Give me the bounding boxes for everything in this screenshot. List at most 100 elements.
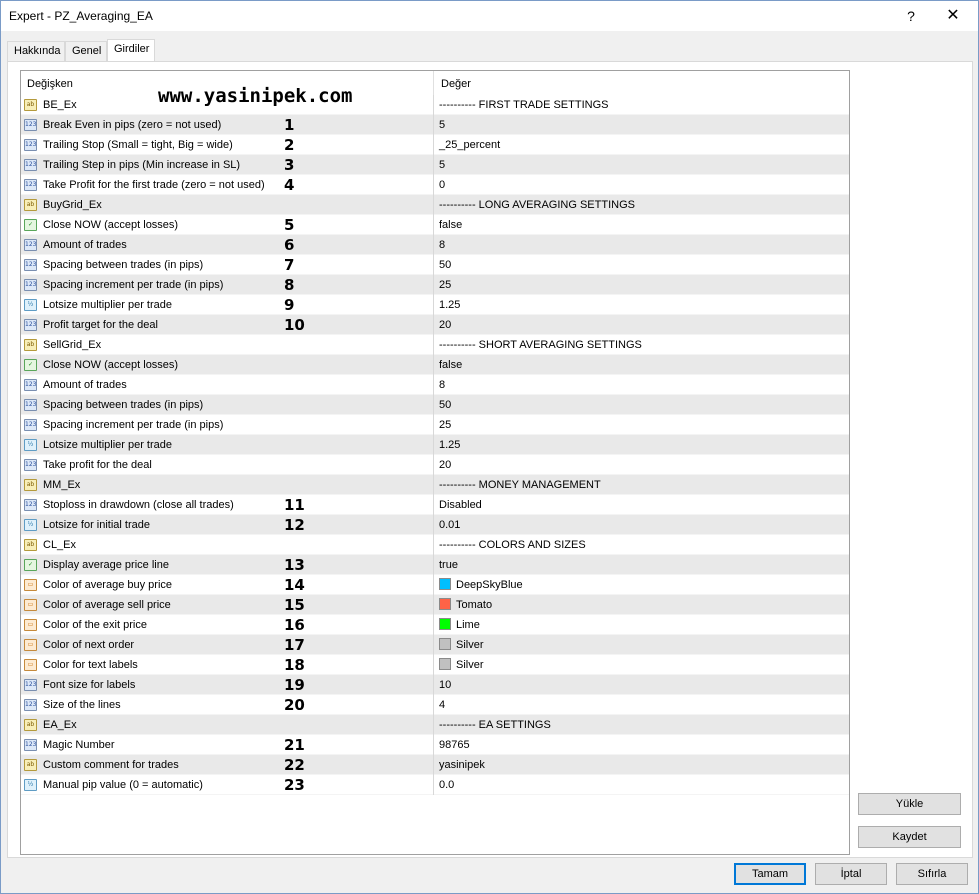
load-button[interactable]: Yükle: [858, 793, 961, 815]
parameter-value[interactable]: 0.01: [439, 519, 460, 531]
table-row[interactable]: 123 Spacing between trades (in pips) 7 50: [21, 255, 849, 275]
color-swatch[interactable]: [439, 598, 451, 610]
parameter-value[interactable]: Tomato: [456, 599, 492, 611]
parameter-value[interactable]: Silver: [456, 639, 484, 651]
table-row[interactable]: 123 Spacing between trades (in pips) 50: [21, 395, 849, 415]
integer-type-icon: 123: [24, 739, 37, 751]
table-row[interactable]: 123 Spacing increment per trade (in pips)…: [21, 415, 849, 435]
table-row[interactable]: ab SellGrid_Ex ---------- SHORT AVERAGING …: [21, 335, 849, 355]
table-row[interactable]: 123 Take profit for the deal 20: [21, 455, 849, 475]
save-button[interactable]: Kaydet: [858, 826, 961, 848]
table-row[interactable]: ▭ Color of average sell price 15 Tomato: [21, 595, 849, 615]
table-row[interactable]: ▭ Color for text labels 18 Silver: [21, 655, 849, 675]
table-row[interactable]: ab BE_Ex ---------- FIRST TRADE SETTINGS: [21, 95, 849, 115]
parameter-value[interactable]: Disabled: [439, 499, 482, 511]
parameter-value[interactable]: ---------- FIRST TRADE SETTINGS: [439, 99, 608, 111]
parameter-value[interactable]: 1.25: [439, 299, 460, 311]
cancel-button[interactable]: İptal: [815, 863, 887, 885]
parameter-value[interactable]: 10: [439, 679, 451, 691]
parameter-value[interactable]: ---------- LONG AVERAGING SETTINGS: [439, 199, 635, 211]
parameter-value[interactable]: 50: [439, 259, 451, 271]
parameter-value[interactable]: ---------- EA SETTINGS: [439, 719, 551, 731]
parameter-value[interactable]: 8: [439, 239, 445, 251]
parameter-value[interactable]: 0: [439, 179, 445, 191]
table-row[interactable]: ½ Manual pip value (0 = automatic) 23 0.0: [21, 775, 849, 795]
column-header-value[interactable]: Değer: [441, 78, 471, 90]
parameter-value[interactable]: 25: [439, 279, 451, 291]
parameter-value[interactable]: true: [439, 559, 458, 571]
table-row[interactable]: 123 Break Even in pips (zero = not used) 1…: [21, 115, 849, 135]
parameter-value[interactable]: 20: [439, 319, 451, 331]
parameter-value[interactable]: yasinipek: [439, 759, 485, 771]
table-row[interactable]: 123 Size of the lines 20 4: [21, 695, 849, 715]
column-header-variable[interactable]: Değişken: [27, 78, 73, 90]
table-row[interactable]: 123 Trailing Step in pips (Min increase i…: [21, 155, 849, 175]
parameter-number-annotation: 15: [284, 596, 305, 614]
parameter-name: Close NOW (accept losses): [43, 219, 179, 231]
tab-general[interactable]: Genel: [65, 41, 107, 61]
parameter-name: Spacing between trades (in pips): [43, 259, 204, 271]
parameter-number-annotation: 17: [284, 636, 305, 654]
parameter-value[interactable]: 98765: [439, 739, 470, 751]
parameter-value[interactable]: Silver: [456, 659, 484, 671]
close-button[interactable]: ✕: [941, 5, 965, 27]
table-row[interactable]: ▭ Color of next order 17 Silver: [21, 635, 849, 655]
parameter-name: Amount of trades: [43, 379, 127, 391]
parameter-value[interactable]: ---------- COLORS AND SIZES: [439, 539, 586, 551]
table-row[interactable]: 123 Amount of trades 8: [21, 375, 849, 395]
table-row[interactable]: ab CL_Ex ---------- COLORS AND SIZES: [21, 535, 849, 555]
color-swatch[interactable]: [439, 578, 451, 590]
column-divider[interactable]: [433, 71, 434, 95]
table-row[interactable]: 123 Magic Number 21 98765: [21, 735, 849, 755]
color-swatch[interactable]: [439, 638, 451, 650]
reset-button[interactable]: Sıfırla: [896, 863, 968, 885]
parameter-value[interactable]: DeepSkyBlue: [456, 579, 523, 591]
integer-type-icon: 123: [24, 319, 37, 331]
parameter-value[interactable]: false: [439, 219, 462, 231]
table-row[interactable]: ✓ Close NOW (accept losses) false: [21, 355, 849, 375]
parameter-value[interactable]: 25: [439, 419, 451, 431]
parameter-value[interactable]: ---------- SHORT AVERAGING SETTINGS: [439, 339, 642, 351]
parameter-value[interactable]: 0.0: [439, 779, 454, 791]
table-row[interactable]: ▭ Color of the exit price 16 Lime: [21, 615, 849, 635]
table-row[interactable]: 123 Amount of trades 6 8: [21, 235, 849, 255]
help-button[interactable]: ?: [901, 5, 921, 27]
table-row[interactable]: ab Custom comment for trades 22 yasinipek: [21, 755, 849, 775]
parameter-value[interactable]: 8: [439, 379, 445, 391]
color-swatch[interactable]: [439, 618, 451, 630]
table-row[interactable]: 123 Font size for labels 19 10: [21, 675, 849, 695]
table-row[interactable]: ab MM_Ex ---------- MONEY MANAGEMENT: [21, 475, 849, 495]
table-row[interactable]: 123 Stoploss in drawdown (close all trade…: [21, 495, 849, 515]
table-row[interactable]: 123 Profit target for the deal 10 20: [21, 315, 849, 335]
parameter-value[interactable]: 5: [439, 119, 445, 131]
table-row[interactable]: ½ Lotsize multiplier per trade 1.25: [21, 435, 849, 455]
table-row[interactable]: ✓ Display average price line 13 true: [21, 555, 849, 575]
table-row[interactable]: ▭ Color of average buy price 14 DeepSkyBlue: [21, 575, 849, 595]
table-row[interactable]: 123 Trailing Stop (Small = tight, Big = w…: [21, 135, 849, 155]
color-swatch[interactable]: [439, 658, 451, 670]
table-row[interactable]: ✓ Close NOW (accept losses) 5 false: [21, 215, 849, 235]
tab-about[interactable]: Hakkında: [7, 41, 65, 61]
string-type-icon: ab: [24, 539, 37, 551]
parameter-value[interactable]: 5: [439, 159, 445, 171]
tab-inputs[interactable]: Girdiler: [107, 39, 155, 62]
parameter-value[interactable]: 1.25: [439, 439, 460, 451]
table-row[interactable]: ½ Lotsize multiplier per trade 9 1.25: [21, 295, 849, 315]
cell-divider: [433, 215, 434, 235]
table-row[interactable]: 123 Take Profit for the first trade (zero…: [21, 175, 849, 195]
table-row[interactable]: ab EA_Ex ---------- EA SETTINGS: [21, 715, 849, 735]
parameter-value[interactable]: ---------- MONEY MANAGEMENT: [439, 479, 601, 491]
parameter-value[interactable]: _25_percent: [439, 139, 500, 151]
parameter-value[interactable]: Lime: [456, 619, 480, 631]
parameter-value[interactable]: 50: [439, 399, 451, 411]
table-row[interactable]: 123 Spacing increment per trade (in pips)…: [21, 275, 849, 295]
parameter-value[interactable]: 20: [439, 459, 451, 471]
string-type-icon: ab: [24, 479, 37, 491]
parameter-value[interactable]: false: [439, 359, 462, 371]
ok-button[interactable]: Tamam: [734, 863, 806, 885]
table-row[interactable]: ½ Lotsize for initial trade 12 0.01: [21, 515, 849, 535]
parameter-value[interactable]: 4: [439, 699, 445, 711]
parameter-number-annotation: 16: [284, 616, 305, 634]
parameter-name: Break Even in pips (zero = not used): [43, 119, 222, 131]
table-row[interactable]: ab BuyGrid_Ex ---------- LONG AVERAGING SE…: [21, 195, 849, 215]
